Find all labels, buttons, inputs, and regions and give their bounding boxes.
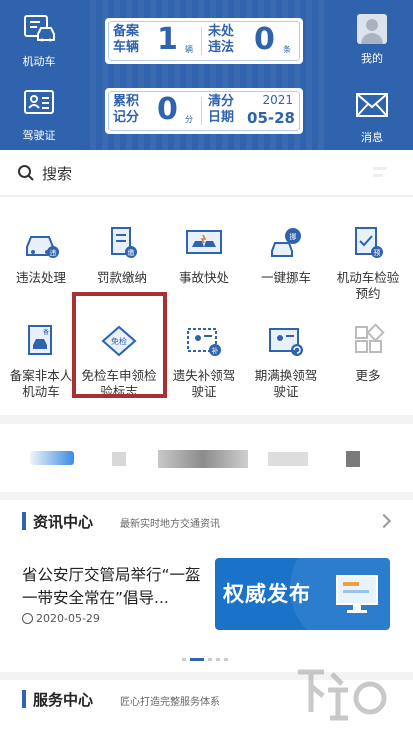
more-icon[interactable] (371, 164, 389, 182)
news-thumbnail[interactable]: 权威发布 (215, 558, 390, 630)
clear-year: 2021 (262, 93, 293, 107)
inspection-booking-icon: 预 (355, 227, 383, 258)
violation-unit: 条 (283, 45, 291, 54)
service-section-subtitle: 匠心打造完整服务体系 (120, 697, 220, 708)
score-label: 累积记分 (112, 94, 139, 125)
carousel-dot[interactable] (216, 658, 220, 661)
avatar-icon (357, 14, 387, 44)
move-car-icon: 挪 (271, 228, 301, 257)
service-label: 违法处理 (15, 270, 66, 285)
service-label: 罚款缴纳 (96, 270, 147, 285)
message-label: 消息 (361, 131, 383, 144)
section-marker (22, 690, 26, 708)
violation-car-icon: 违 (26, 236, 59, 258)
renew-license-icon (269, 328, 303, 356)
record-unit: 辆 (185, 45, 193, 54)
banner-block (112, 452, 126, 466)
service-label: 机动车检验预约 (336, 270, 400, 301)
search-input[interactable]: 搜索 (42, 163, 72, 184)
record-count: 1 (157, 22, 178, 57)
license-entry[interactable]: 驾驶证 (8, 88, 70, 143)
svg-text:挪: 挪 (290, 232, 297, 241)
license-icon (24, 90, 54, 114)
chevron-right-icon[interactable] (376, 513, 392, 529)
monitor-icon (336, 575, 378, 613)
news-center: 资讯中心 最新实时地方交通资讯 省公安厅交管局举行“一盔一带安全常在”倡导...… (0, 500, 413, 672)
card-divider (201, 97, 202, 125)
score-card[interactable]: 累积记分 0 分 清分日期 2021 05-28 (105, 88, 303, 134)
vehicle-label: 机动车 (22, 55, 56, 68)
service-label: 备案非本人机动车 (9, 368, 73, 399)
license-label: 驾驶证 (22, 129, 56, 142)
service-item[interactable]: 事故快处 (163, 225, 245, 286)
service-item[interactable]: 违 违法处理 (0, 225, 82, 286)
fine-payment-icon: 缴 (111, 227, 137, 258)
profile-label: 我的 (361, 52, 383, 65)
message-entry[interactable]: 消息 (341, 90, 403, 145)
blurred-banner[interactable] (0, 424, 413, 492)
carousel-dots (182, 646, 232, 665)
service-item[interactable]: 期满换领驾驶证 (245, 323, 327, 400)
svg-text:备: 备 (43, 328, 49, 336)
service-label: 更多 (355, 368, 381, 383)
service-label: 期满换领驾驶证 (254, 368, 318, 399)
search-icon (18, 165, 34, 181)
banner-block (268, 452, 308, 466)
svg-text:缴: 缴 (128, 248, 135, 257)
service-item[interactable]: 备 备案非本人机动车 (0, 323, 82, 400)
card-divider (201, 27, 202, 55)
service-label: 一键挪车 (260, 270, 311, 285)
banner-block (346, 451, 360, 467)
record-vehicle-card[interactable]: 备案车辆 1 辆 未处违法 0 条 (105, 18, 303, 64)
more-grid-icon (355, 323, 385, 353)
register-other-car-icon: 备 (28, 325, 52, 355)
service-item-more[interactable]: 更多 (327, 323, 409, 384)
service-label: 事故快处 (178, 270, 229, 285)
mail-icon (356, 93, 388, 117)
carousel-dot[interactable] (208, 658, 212, 661)
search-bar[interactable]: 搜索 (0, 150, 413, 196)
clear-date: 05-28 (247, 109, 295, 127)
service-section-title: 服务中心 (33, 691, 94, 709)
clock-icon (22, 613, 33, 624)
service-label: 遗失补领驾驶证 (172, 368, 236, 399)
violation-label: 未处违法 (207, 24, 234, 55)
banner-block (30, 451, 74, 465)
carousel-dot[interactable] (182, 658, 186, 661)
service-item[interactable]: 预 机动车检验预约 (327, 225, 409, 302)
car-id-icon (24, 15, 55, 42)
highlight-box (72, 292, 167, 398)
header-panel: 机动车 驾驶证 我的 消息 备案车辆 1 辆 未处违法 0 条 累积记分 0 分… (0, 0, 413, 150)
news-article-title[interactable]: 省公安厅交管局举行“一盔一带安全常在”倡导... (22, 564, 212, 610)
news-thumbnail-text: 权威发布 (223, 582, 311, 606)
accident-icon (186, 230, 222, 254)
service-item[interactable]: 补 遗失补领驾驶证 (163, 323, 245, 400)
svg-text:补: 补 (212, 346, 219, 355)
carousel-dot-active[interactable] (190, 658, 204, 661)
lost-license-icon: 补 (187, 328, 221, 356)
profile-entry[interactable]: 我的 (341, 14, 403, 66)
news-section-subtitle: 最新实时地方交通资讯 (120, 519, 220, 530)
section-marker (22, 512, 26, 530)
service-item[interactable]: 缴 罚款缴纳 (81, 225, 163, 286)
service-item[interactable]: 挪 一键挪车 (245, 225, 327, 286)
news-section-title: 资讯中心 (33, 513, 94, 531)
vehicle-entry[interactable]: 机动车 (8, 14, 70, 69)
violation-count: 0 (254, 22, 275, 57)
svg-text:违: 违 (50, 249, 57, 257)
banner-block (158, 450, 248, 468)
service-grid: 违 违法处理 缴 罚款缴纳 事故快处 挪 一键挪车 预 机动车检验预约 备 备案… (0, 197, 413, 415)
clear-date-label: 清分日期 (207, 94, 234, 125)
record-label: 备案车辆 (112, 24, 139, 55)
score-unit: 分 (185, 115, 193, 124)
carousel-dot[interactable] (224, 658, 228, 661)
score-value: 0 (157, 92, 178, 127)
watermark-logo (298, 669, 387, 721)
news-date: 2020-05-29 (22, 612, 100, 625)
news-date-text: 2020-05-29 (36, 612, 100, 625)
svg-text:预: 预 (374, 248, 381, 257)
